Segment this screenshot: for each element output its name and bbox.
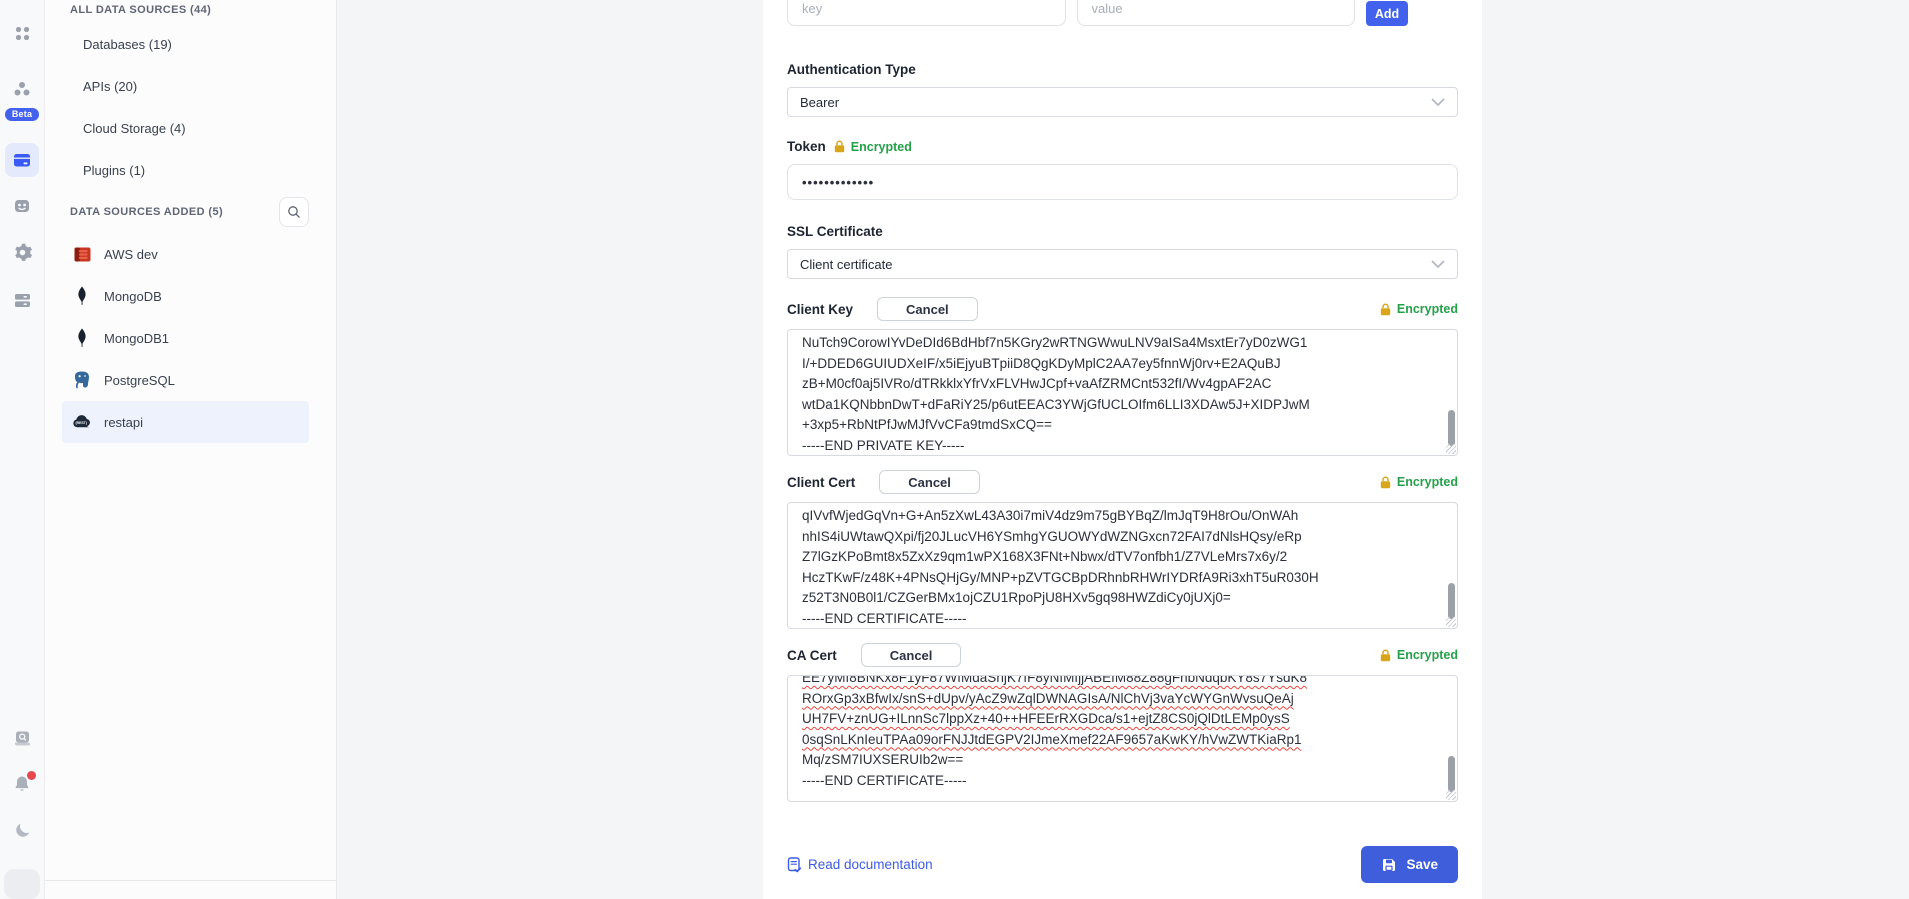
client-cert-encrypted-badge: Encrypted (1379, 475, 1458, 489)
save-floppy-icon (1381, 857, 1397, 873)
environments-icon[interactable] (5, 283, 39, 317)
lock-icon (1379, 303, 1392, 316)
save-button[interactable]: Save (1361, 846, 1458, 883)
docs-search-icon[interactable] (5, 721, 39, 755)
auth-type-value: Bearer (800, 95, 1431, 110)
ca-cert-encrypted-badge: Encrypted (1379, 648, 1458, 662)
datasource-item-restapi[interactable]: (REST) restapi (62, 401, 309, 443)
documentation-icon (787, 857, 802, 873)
encrypted-label: Encrypted (851, 140, 912, 154)
resize-grip[interactable] (1446, 444, 1456, 454)
category-cloud-storage[interactable]: Cloud Storage (4) (45, 107, 336, 149)
category-apis[interactable]: APIs (20) (45, 65, 336, 107)
datasource-label: MongoDB (104, 289, 162, 304)
client-cert-textarea[interactable]: qIVvfWjedGqVn+G+An5zXwL43A30i7miV4dz9m75… (787, 502, 1458, 629)
mongodb-icon (72, 328, 92, 348)
notification-dot (27, 771, 36, 780)
form-footer: Read documentation Save (787, 846, 1458, 883)
ca-cert-header: CA Cert Cancel Encrypted (787, 643, 1458, 667)
scrollbar-thumb[interactable] (1448, 410, 1455, 446)
token-label: Token (787, 139, 826, 154)
user-avatar[interactable] (4, 869, 40, 899)
datasource-label: PostgreSQL (104, 373, 175, 388)
token-label-row: Token Encrypted (787, 139, 1458, 154)
token-input[interactable] (787, 164, 1458, 200)
scrollbar-thumb[interactable] (1448, 583, 1455, 619)
datasource-panel: ALL DATA SOURCES (44) Databases (19) API… (45, 0, 337, 899)
ca-cert-label: CA Cert (787, 648, 837, 663)
value-input[interactable] (1077, 0, 1356, 26)
ssl-certificate-select[interactable]: Client certificate (787, 249, 1458, 279)
lock-icon (1379, 649, 1392, 662)
client-cert-cancel-button[interactable]: Cancel (879, 470, 980, 494)
aws-icon (72, 244, 92, 264)
added-sources-header: DATA SOURCES ADDED (5) (70, 206, 279, 218)
datasource-item-mongodb[interactable]: MongoDB (62, 275, 309, 317)
resize-grip[interactable] (1446, 617, 1456, 627)
client-cert-header: Client Cert Cancel Encrypted (787, 470, 1458, 494)
client-key-text: NuTch9CorowIYvDeDId6BdHbf7n5KGry2wRTNGWw… (802, 333, 1443, 456)
category-plugins[interactable]: Plugins (1) (45, 149, 336, 191)
ca-cert-textarea[interactable]: EE7yMf8BNKx8F1yF87WfMdaShjK7fF8yNfMfjjAB… (787, 675, 1458, 802)
magnifier-icon (287, 205, 301, 219)
beta-badge: Beta (5, 108, 39, 121)
key-input[interactable] (787, 0, 1066, 26)
header-key-value-row: Add (787, 0, 1408, 26)
scrollbar-thumb[interactable] (1448, 756, 1455, 792)
agents-icon[interactable] (5, 189, 39, 223)
client-key-cancel-button[interactable]: Cancel (877, 297, 978, 321)
datasource-item-postgresql[interactable]: PostgreSQL (62, 359, 309, 401)
datasources-icon[interactable] (5, 143, 39, 177)
save-label: Save (1406, 857, 1438, 872)
read-documentation-link[interactable]: Read documentation (787, 857, 933, 873)
workflows-icon[interactable] (5, 72, 39, 106)
ca-cert-cancel-button[interactable]: Cancel (861, 643, 962, 667)
datasource-config-form: Add Authentication Type Bearer Token Enc… (763, 0, 1482, 899)
mongodb-icon (72, 286, 92, 306)
ca-cert-text-spellflagged: EE7yMf8BNKx8F1yF87WfMdaShjK7fF8yNfMfjjAB… (802, 675, 1443, 750)
datasource-item-aws-dev[interactable]: AWS dev (62, 233, 309, 275)
client-key-label: Client Key (787, 302, 853, 317)
encrypted-label: Encrypted (1397, 475, 1458, 489)
category-databases[interactable]: Databases (19) (45, 23, 336, 65)
auth-type-select[interactable]: Bearer (787, 87, 1458, 117)
search-datasources-button[interactable] (279, 197, 309, 227)
client-key-encrypted-badge: Encrypted (1379, 302, 1458, 316)
lock-icon (833, 140, 846, 153)
panel-divider (45, 880, 336, 881)
main-area: Add Authentication Type Bearer Token Enc… (337, 0, 1909, 899)
all-sources-header: ALL DATA SOURCES (44) (45, 0, 336, 23)
client-key-header: Client Key Cancel Encrypted (787, 297, 1458, 321)
add-button[interactable]: Add (1366, 1, 1408, 26)
datasource-item-mongodb1[interactable]: MongoDB1 (62, 317, 309, 359)
datasource-label: restapi (104, 415, 143, 430)
auth-type-label: Authentication Type (787, 62, 1458, 77)
chevron-down-icon (1431, 260, 1445, 269)
icon-rail: Beta (0, 0, 45, 899)
lock-icon (1379, 476, 1392, 489)
client-cert-text: qIVvfWjedGqVn+G+An5zXwL43A30i7miV4dz9m75… (802, 506, 1443, 629)
settings-icon[interactable] (5, 235, 39, 269)
client-key-textarea[interactable]: NuTch9CorowIYvDeDId6BdHbf7n5KGry2wRTNGWw… (787, 329, 1458, 456)
resize-grip[interactable] (1446, 790, 1456, 800)
notifications-bell-icon[interactable] (5, 767, 39, 801)
postgresql-icon (72, 370, 92, 390)
read-documentation-label: Read documentation (808, 857, 933, 872)
ca-cert-text: Mq/zSM7IUXSERUIb2w== -----END CERTIFICAT… (802, 750, 1443, 791)
ssl-certificate-value: Client certificate (800, 257, 1431, 272)
datasource-label: AWS dev (104, 247, 158, 262)
client-cert-label: Client Cert (787, 475, 855, 490)
token-encrypted-badge: Encrypted (833, 140, 912, 154)
svg-text:(REST): (REST) (76, 421, 87, 425)
ssl-certificate-label: SSL Certificate (787, 224, 1458, 239)
datasource-label: MongoDB1 (104, 331, 169, 346)
dark-mode-moon-icon[interactable] (5, 813, 39, 847)
encrypted-label: Encrypted (1397, 302, 1458, 316)
chevron-down-icon (1431, 98, 1445, 107)
encrypted-label: Encrypted (1397, 648, 1458, 662)
restapi-icon: (REST) (72, 412, 92, 432)
apps-grid-icon[interactable] (5, 16, 39, 50)
